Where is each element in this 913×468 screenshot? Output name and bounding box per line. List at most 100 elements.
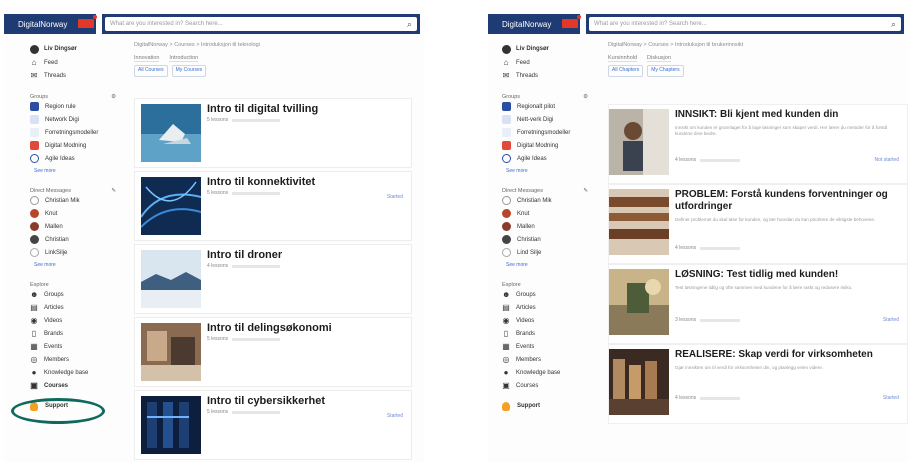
sidebar-item-group[interactable]: Nett-verk Digi [502, 113, 600, 126]
search-placeholder: What are you interested in? Search here.… [594, 21, 707, 27]
sidebar-item-knowledge[interactable]: ● Knowledge base [502, 366, 600, 379]
sidebar-item-dm[interactable]: Christian Mik [502, 194, 600, 207]
sidebar-item-articles[interactable]: ▤ Articles [30, 301, 128, 314]
direct-messages-heading: Direct Messages ✎ [30, 180, 128, 194]
chapter-card[interactable]: PROBLEM: Forstå kundens forventninger og… [608, 184, 908, 264]
course-meta: 5 lessons [207, 190, 281, 196]
sidebar-item-knowledge[interactable]: ● Knowledge base [30, 366, 128, 379]
courses-highlight-ring [11, 398, 105, 424]
support-link[interactable]: Support [502, 398, 600, 414]
groups-see-more[interactable]: See more [502, 165, 600, 176]
settings-icon[interactable]: ⚙ [583, 94, 588, 100]
course-card[interactable]: Intro til delingsøkonomi 5 lessons [134, 317, 412, 387]
brand-logo[interactable]: DigitalNorway [488, 14, 581, 34]
search-icon[interactable]: ⌕ [891, 19, 896, 29]
sidebar-item-group[interactable]: Forretningsmodeller [502, 126, 600, 139]
norway-flag-icon [78, 15, 97, 28]
sidebar-item-dm[interactable]: Christian [30, 233, 128, 246]
sidebar-item-dm[interactable]: Knut [30, 207, 128, 220]
sidebar-item-members[interactable]: ◎ Members [30, 353, 128, 366]
sidebar-item-group[interactable]: Network Digi [30, 113, 128, 126]
tab-course-content[interactable]: Kursinnhold [608, 55, 638, 62]
progress-bar [700, 396, 741, 400]
user-profile[interactable]: Liv Dingsør [30, 42, 128, 56]
chapter-card[interactable]: LØSNING: Test tidlig med kunden! Test lø… [608, 264, 908, 344]
sidebar-item-groups[interactable]: ☻ Groups [30, 288, 128, 301]
members-icon: ◎ [30, 354, 38, 364]
tab-discussion[interactable]: Diskusjon [647, 55, 671, 62]
sidebar-item-label: Lind Silje [517, 249, 542, 256]
sidebar-item-dm[interactable]: Mallen [30, 220, 128, 233]
direct-see-more[interactable]: See more [30, 259, 128, 270]
filter-my-chapters[interactable]: My Chapters [647, 65, 684, 77]
chapter-filters: All Chapters My Chapters [608, 65, 908, 77]
chapter-list: INNSIKT: Bli kjent med kunden din Innsik… [608, 104, 908, 424]
chapter-meta: 4 lessons [675, 395, 741, 401]
sidebar-item-label: Knowledge base [44, 369, 89, 376]
filter-my-courses[interactable]: My Courses [171, 65, 207, 77]
chapter-meta: 3 lessons [675, 317, 741, 323]
sidebar-item-members[interactable]: ◎ Members [502, 353, 600, 366]
lightbulb-icon [502, 401, 510, 411]
articles-icon: ▤ [30, 302, 38, 312]
sidebar-item-group[interactable]: Regionalt pilot [502, 100, 600, 113]
group-icon [30, 154, 39, 163]
settings-icon[interactable]: ⚙ [111, 94, 116, 100]
sidebar-item-group[interactable]: Agile Ideas [502, 152, 600, 165]
sidebar-item-articles[interactable]: ▤ Articles [502, 301, 600, 314]
lesson-count: 4 lessons [207, 263, 229, 269]
sidebar-item-brands[interactable]: ▯ Brands [502, 327, 600, 340]
compose-icon[interactable]: ✎ [111, 188, 116, 194]
sidebar-item-courses[interactable]: ▣ Courses [502, 379, 600, 392]
sidebar-item-group[interactable]: Digital Modning [502, 139, 600, 152]
sidebar-item-feed[interactable]: ⌂ Feed [30, 56, 128, 69]
sidebar-item-dm[interactable]: LinkSilje [30, 246, 128, 259]
sidebar-item-feed[interactable]: ⌂ Feed [502, 56, 600, 69]
search-input[interactable]: What are you interested in? Search here.… [105, 17, 417, 31]
tab-innovation[interactable]: Innovation [134, 55, 160, 62]
brand-logo[interactable]: DigitalNorway [4, 14, 97, 34]
sidebar-item-threads[interactable]: ✉ Threads [502, 69, 600, 82]
sidebar-item-events[interactable]: ▦ Events [502, 340, 600, 353]
sidebar-item-videos[interactable]: ◉ Videos [30, 314, 128, 327]
compose-icon[interactable]: ✎ [583, 188, 588, 194]
sidebar-item-courses[interactable]: ▣ Courses [30, 379, 128, 392]
course-card[interactable]: Intro til cybersikkerhet 5 lessons Start… [134, 390, 412, 460]
course-card[interactable]: Intro til droner 4 lessons [134, 244, 412, 314]
events-icon: ▦ [30, 341, 38, 351]
sidebar-item-dm[interactable]: Lind Silje [502, 246, 600, 259]
sidebar-item-groups[interactable]: ☻ Groups [502, 288, 600, 301]
groups-see-more[interactable]: See more [30, 165, 128, 176]
chapter-card[interactable]: INNSIKT: Bli kjent med kunden din Innsik… [608, 104, 908, 184]
sidebar-item-group[interactable]: Agile Ideas [30, 152, 128, 165]
course-card[interactable]: Intro til digital tvilling 5 lessons [134, 98, 412, 168]
sidebar-item-dm[interactable]: Christian [502, 233, 600, 246]
group-icon [30, 115, 39, 124]
sidebar-item-dm[interactable]: Mallen [502, 220, 600, 233]
sidebar-item-dm[interactable]: Knut [502, 207, 600, 220]
tab-introduction[interactable]: Introduction [169, 55, 199, 62]
chapter-card[interactable]: REALISERE: Skap verdi for virksomheten G… [608, 344, 908, 424]
direct-see-more[interactable]: See more [502, 259, 600, 270]
search-input[interactable]: What are you interested in? Search here.… [589, 17, 901, 31]
filter-all-chapters[interactable]: All Chapters [608, 65, 644, 77]
chapter-description: Gjør innsikten om til verdi for virksomh… [675, 365, 824, 370]
course-card[interactable]: Intro til konnektivitet 5 lessons Starte… [134, 171, 412, 241]
sidebar-item-label: Feed [44, 59, 58, 66]
main-content: DigitalNorway > Courses > Introduksjon t… [608, 42, 908, 424]
chapter-title: REALISERE: Skap verdi for virksomheten [675, 349, 873, 360]
sidebar-item-group[interactable]: Region rule [30, 100, 128, 113]
search-icon[interactable]: ⌕ [407, 19, 412, 29]
progress-bar [232, 118, 281, 122]
sidebar-item-videos[interactable]: ◉ Videos [502, 314, 600, 327]
chat-icon: ✉ [502, 70, 510, 80]
sidebar-item-dm[interactable]: Christian Mik [30, 194, 128, 207]
brands-icon: ▯ [503, 328, 509, 338]
sidebar-item-threads[interactable]: ✉ Threads [30, 69, 128, 82]
filter-all-courses[interactable]: All Courses [134, 65, 168, 77]
sidebar-item-group[interactable]: Digital Modning [30, 139, 128, 152]
sidebar-item-group[interactable]: Forretningsmodeller [30, 126, 128, 139]
sidebar-item-brands[interactable]: ▯ Brands [30, 327, 128, 340]
sidebar-item-events[interactable]: ▦ Events [30, 340, 128, 353]
user-profile[interactable]: Liv Dingsør [502, 42, 600, 56]
